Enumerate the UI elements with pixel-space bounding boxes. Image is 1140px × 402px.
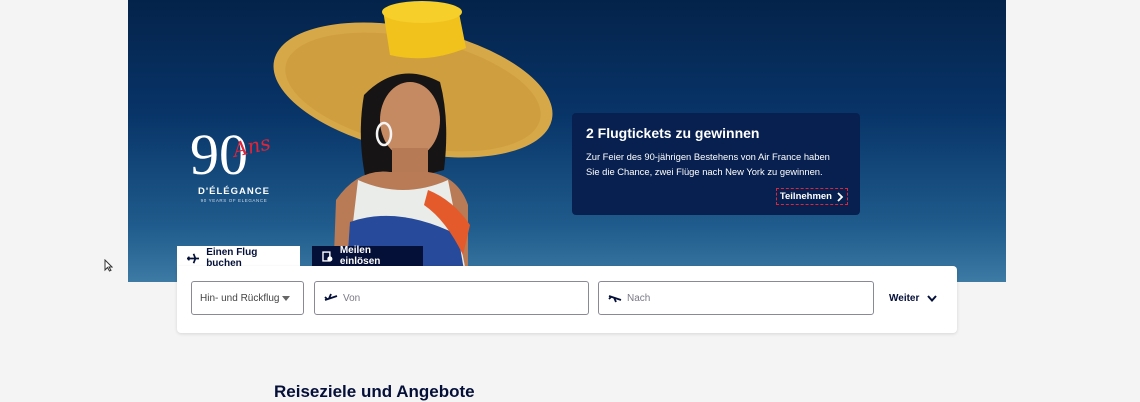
origin-placeholder: Von <box>343 292 361 304</box>
next-button[interactable]: Weiter <box>889 281 938 315</box>
plane-icon <box>187 252 200 264</box>
promo-text: Zur Feier des 90-jährigen Bestehens von … <box>586 151 830 177</box>
section-title: Reiseziele und Angebote <box>274 382 475 401</box>
trip-type-select[interactable]: Hin- und Rückflug <box>191 281 304 315</box>
participate-label: Teilnehmen <box>779 191 832 202</box>
flight-search-form: Hin- und Rückflug Von Nach Weiter <box>177 266 957 333</box>
miles-icon <box>322 250 333 262</box>
participate-link[interactable]: Teilnehmen <box>775 188 848 205</box>
trip-type-value: Hin- und Rückflug <box>200 292 280 304</box>
destination-placeholder: Nach <box>627 292 651 304</box>
promo-card: 2 Flugtickets zu gewinnen Zur Feier des … <box>572 113 860 215</box>
logo-subtitle: D'ÉLÉGANCE <box>198 186 270 197</box>
caret-down-icon <box>282 295 290 301</box>
origin-input[interactable]: Von <box>314 281 589 315</box>
landing-icon <box>608 295 622 303</box>
anniversary-logo: 90 Ans D'ÉLÉGANCE 90 YEARS OF ELEGANCE <box>188 112 288 207</box>
tab-book-flight[interactable]: Einen Flug buchen <box>177 246 300 269</box>
destination-input[interactable]: Nach <box>598 281 874 315</box>
hero-banner: 90 Ans D'ÉLÉGANCE 90 YEARS OF ELEGANCE <box>128 0 1006 282</box>
tab-redeem-miles-label: Meilen einlösen <box>339 245 381 267</box>
logo-mark: 90 Ans <box>190 122 273 187</box>
logo-tagline: 90 YEARS OF ELEGANCE <box>200 198 268 203</box>
takeoff-icon <box>324 293 338 301</box>
tab-redeem-miles[interactable]: Meilen einlösen <box>312 245 423 267</box>
chevron-down-icon <box>927 294 938 302</box>
mouse-cursor-icon <box>104 259 113 272</box>
chevron-right-icon <box>837 191 844 202</box>
next-label: Weiter <box>889 292 920 304</box>
promo-title: 2 Flugtickets zu gewinnen <box>586 125 760 141</box>
